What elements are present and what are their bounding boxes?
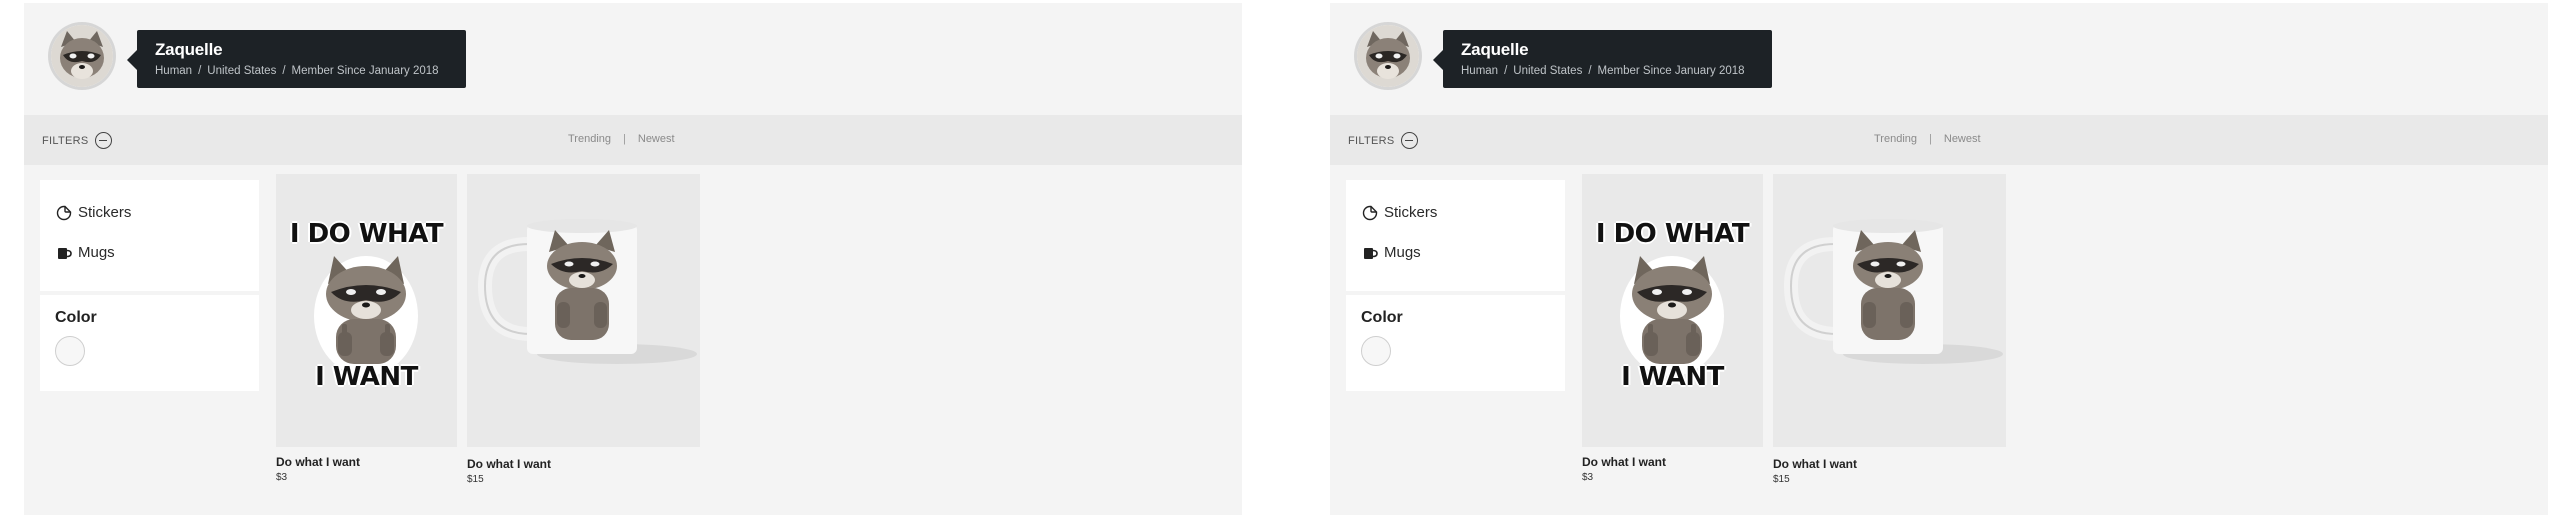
product-image-sticker[interactable]: I DO WHAT I WANT: [1582, 174, 1763, 447]
profile-name: Zaquelle: [155, 40, 223, 59]
sort-newest[interactable]: Newest: [638, 133, 675, 145]
product-title[interactable]: Do what I want: [1582, 455, 1763, 469]
filters-label: FILTERS: [1348, 134, 1395, 147]
sidebar: Stickers Mugs Color: [40, 180, 259, 391]
sort-trending[interactable]: Trending: [1874, 133, 1917, 145]
color-filter-label: Color: [1361, 309, 1403, 326]
filters-label: FILTERS: [42, 134, 89, 147]
product-price: $3: [276, 472, 288, 483]
product-price: $15: [467, 474, 484, 485]
category-mugs[interactable]: Mugs: [1362, 244, 1421, 261]
sticker-icon: [56, 205, 72, 221]
product-card-sticker[interactable]: I DO WHAT I WANT Do what I want $3: [1582, 174, 1763, 483]
filter-bar: FILTERS Trending | Newest: [24, 115, 1242, 165]
sort-options: Trending | Newest: [1874, 133, 1981, 145]
profile-tooltip: Zaquelle Human / United States / Member Sinc…: [1433, 30, 1772, 88]
raccoon-mug-art: [1783, 219, 2003, 364]
category-mugs-label: Mugs: [78, 244, 115, 261]
sticker-art-bottom-text: I WANT: [315, 362, 418, 392]
profile-tooltip: Zaquelle Human / United States / Member Sinc…: [127, 30, 466, 88]
profile-type: Human: [155, 65, 193, 77]
sort-trending[interactable]: Trending: [568, 133, 611, 145]
mug-icon: [56, 245, 72, 261]
sort-newest[interactable]: Newest: [1944, 133, 1981, 145]
category-stickers-label: Stickers: [78, 204, 132, 221]
raccoon-avatar-image: [1357, 25, 1419, 87]
raccoon-avatar-image: [51, 25, 113, 87]
product-card-sticker[interactable]: I DO WHAT I WANT Do what I want $3: [276, 174, 457, 483]
collapse-minus-icon[interactable]: [94, 132, 112, 149]
sidebar: Stickers Mugs Color: [1346, 180, 1565, 391]
product-title[interactable]: Do what I want: [467, 457, 700, 471]
filters-toggle[interactable]: FILTERS: [42, 132, 112, 149]
raccoon-mug-art: [477, 219, 697, 364]
product-title[interactable]: Do what I want: [1773, 457, 2006, 471]
category-mugs-label: Mugs: [1384, 244, 1421, 261]
product-image-mug[interactable]: [1773, 174, 2006, 447]
sort-options: Trending | Newest: [568, 133, 675, 145]
category-stickers[interactable]: Stickers: [1362, 204, 1437, 221]
color-swatch-white[interactable]: [1361, 336, 1391, 366]
category-stickers[interactable]: Stickers: [56, 204, 131, 221]
category-list: Stickers Mugs: [40, 180, 259, 291]
product-title[interactable]: Do what I want: [276, 455, 457, 469]
category-list: Stickers Mugs: [1346, 180, 1565, 291]
avatar[interactable]: [51, 25, 113, 87]
product-card-mug[interactable]: Do what I want $15: [1773, 174, 2006, 485]
profile-member-since: Member Since January 2018: [291, 65, 439, 77]
collapse-minus-icon[interactable]: [1400, 132, 1418, 149]
color-filter: Color: [40, 295, 259, 391]
raccoon-sticker-art: [1620, 256, 1724, 376]
profile-shop-panel-left: Zaquelle Human / United States / Member Sinc…: [24, 3, 1242, 515]
profile-type: Human: [1461, 65, 1499, 77]
sort-divider: |: [1929, 133, 1932, 145]
raccoon-sticker-art: [314, 256, 418, 376]
product-image-sticker[interactable]: I DO WHAT I WANT: [276, 174, 457, 447]
profile-location: United States: [207, 65, 277, 77]
color-swatch-white[interactable]: [55, 336, 85, 366]
profile-member-since: Member Since January 2018: [1597, 65, 1745, 77]
category-mugs[interactable]: Mugs: [56, 244, 115, 261]
color-filter-label: Color: [55, 309, 97, 326]
product-price: $15: [1773, 474, 1790, 485]
category-stickers-label: Stickers: [1384, 204, 1438, 221]
sticker-art-bottom-text: I WANT: [1621, 362, 1724, 392]
color-filter: Color: [1346, 295, 1565, 391]
profile-location: United States: [1513, 65, 1583, 77]
product-price: $3: [1582, 472, 1594, 483]
filter-bar: FILTERS Trending | Newest: [1330, 115, 2548, 165]
sticker-icon: [1362, 205, 1378, 221]
avatar[interactable]: [1357, 25, 1419, 87]
filters-toggle[interactable]: FILTERS: [1348, 132, 1418, 149]
sort-divider: |: [623, 133, 626, 145]
profile-name: Zaquelle: [1461, 40, 1529, 59]
profile-shop-panel-right: Zaquelle Human / United States / Member Sinc…: [1330, 3, 2548, 515]
profile-meta: Human / United States / Member Since January…: [155, 65, 439, 77]
product-image-mug[interactable]: [467, 174, 700, 447]
mug-icon: [1362, 245, 1378, 261]
product-card-mug[interactable]: Do what I want $15: [467, 174, 700, 485]
profile-meta: Human / United States / Member Since January…: [1461, 65, 1745, 77]
